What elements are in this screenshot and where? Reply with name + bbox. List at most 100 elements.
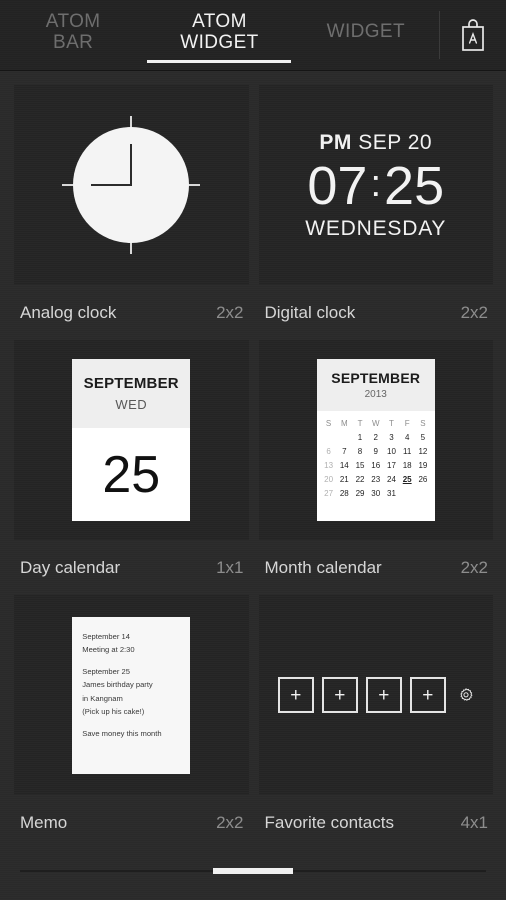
month-calendar-day-cell: 1	[357, 433, 363, 442]
contact-slot-3[interactable]: +	[365, 677, 402, 713]
widget-size: 2x2	[216, 812, 244, 832]
month-calendar-day-cell: 5	[420, 433, 426, 442]
month-calendar-day-cell: 2	[373, 433, 378, 442]
digital-clock-preview[interactable]: PM SEP 20 07 : 25 WEDNESDAY	[258, 85, 493, 285]
month-calendar-card: SEPTEMBER 2013 S M T W T F S 1 2 3 4 5 6 7 8 9 10 11 12 13 1…	[316, 359, 435, 521]
month-calendar-day-cell: 15	[355, 461, 365, 470]
month-calendar-day-cell: 16	[371, 461, 381, 470]
active-tab-underline	[147, 60, 292, 63]
month-calendar-header: SEPTEMBER 2013	[316, 359, 435, 411]
day-calendar-month: SEPTEMBER	[83, 375, 179, 392]
month-calendar-day-cell: 13	[324, 461, 334, 470]
widget-name: Memo	[20, 812, 68, 832]
widget-size: 2x2	[460, 557, 488, 577]
widget-caption: Memo 2x2	[14, 795, 249, 850]
widget-name: Favorite contacts	[264, 812, 394, 832]
month-calendar-weekday-header: W	[371, 419, 380, 428]
month-calendar-day-cell: 14	[339, 461, 349, 470]
digital-clock-colon: :	[370, 162, 382, 205]
day-calendar-day-number: 25	[102, 445, 161, 504]
gear-icon[interactable]	[458, 687, 474, 703]
analog-clock-preview[interactable]	[14, 85, 249, 285]
month-calendar-day-cell: 24	[387, 475, 396, 484]
favorite-contacts-preview[interactable]: + + + +	[258, 595, 493, 795]
day-calendar-weekday: WED	[115, 397, 148, 412]
month-calendar-day-cell: 12	[418, 447, 428, 456]
memo-card: September 14 Meeting at 2:30 September 25 J…	[72, 616, 191, 774]
month-calendar-empty-cell	[336, 431, 352, 445]
memo-line: James birthday party	[82, 680, 153, 690]
scrollbar-track[interactable]	[20, 868, 486, 874]
month-calendar-day-cell: 26	[418, 475, 428, 484]
month-calendar-day-cell: 20	[324, 475, 334, 484]
month-calendar-day-cell: 7	[342, 447, 347, 456]
digital-clock-ampm: PM	[319, 130, 352, 154]
month-calendar-day-cell: 27	[324, 489, 334, 498]
month-calendar-grid: S M T W T F S 1 2 3 4 5 6 7 8 9 10 11 12 13 14 15 16 17 18 19 20 21…	[317, 411, 435, 521]
widget-card-digital-clock[interactable]: PM SEP 20 07 : 25 WEDNESDAY Digital cloc…	[258, 85, 494, 340]
month-calendar-day-cell: 4	[404, 433, 410, 442]
widget-card-month-calendar[interactable]: SEPTEMBER 2013 S M T W T F S 1 2 3 4 5 6 7 8 9 10 11 12 13 1…	[258, 340, 493, 595]
widget-size: 1x1	[216, 557, 244, 577]
month-calendar-day-cell: 25	[402, 475, 412, 484]
widget-name: Month calendar	[264, 557, 382, 577]
digital-clock-hour: 07	[307, 155, 368, 216]
tab-atom-bar[interactable]: ATOM BAR	[0, 0, 146, 70]
month-calendar-day-cell: 28	[339, 489, 349, 498]
day-calendar-body: 25	[72, 428, 190, 521]
scrollbar-thumb[interactable]	[213, 868, 293, 874]
digital-clock-time: 07 : 25	[305, 159, 446, 213]
store-button[interactable]	[440, 0, 506, 70]
month-calendar-day-cell: 22	[355, 475, 365, 484]
day-calendar-preview[interactable]: SEPTEMBER WED 25	[14, 340, 249, 540]
page-scrollbar[interactable]	[0, 868, 506, 874]
widget-caption: Digital clock 2x2	[259, 285, 494, 340]
memo-line: in Kangnam	[82, 693, 123, 703]
widget-caption: Analog clock 2x2	[14, 285, 249, 340]
month-calendar-day-cell: 6	[326, 447, 331, 456]
widget-size: 2x2	[460, 302, 488, 322]
tab-widget[interactable]: WIDGET	[293, 0, 439, 70]
widget-card-memo[interactable]: September 14 Meeting at 2:30 September 25 J…	[14, 595, 249, 850]
contact-slot-4[interactable]: +	[409, 677, 446, 713]
day-calendar-card: SEPTEMBER WED 25	[72, 359, 191, 521]
month-calendar-preview[interactable]: SEPTEMBER 2013 S M T W T F S 1 2 3 4 5 6 7 8 9 10 11 12 13 1…	[258, 340, 493, 540]
widget-card-day-calendar[interactable]: SEPTEMBER WED 25 Day calendar 1x1	[14, 340, 249, 595]
month-calendar-weekday-header: T	[389, 419, 394, 428]
month-calendar-year: 2013	[364, 389, 387, 400]
month-calendar-day-cell: 18	[402, 461, 412, 470]
month-calendar-day-cell: 19	[418, 461, 428, 470]
month-calendar-empty-cell	[321, 431, 337, 445]
widget-name: Digital clock	[264, 302, 356, 322]
memo-preview[interactable]: September 14 Meeting at 2:30 September 25 J…	[14, 595, 249, 795]
month-calendar-month: SEPTEMBER	[331, 370, 421, 386]
month-calendar-day-cell: 8	[357, 447, 363, 456]
digital-clock-minute: 25	[384, 155, 445, 216]
month-calendar-day-cell: 10	[387, 447, 396, 456]
month-calendar-day-cell: 23	[371, 475, 381, 484]
month-calendar-day-cell: 29	[355, 489, 365, 498]
widget-name: Analog clock	[20, 302, 117, 322]
day-calendar-header: SEPTEMBER WED	[72, 359, 191, 428]
memo-blank-line	[82, 656, 180, 665]
widget-grid: Analog clock 2x2 PM SEP 20 07 : 25 WEDNE…	[0, 71, 506, 850]
digital-clock-face: PM SEP 20 07 : 25 WEDNESDAY	[305, 132, 446, 239]
tab-atom-widget[interactable]: ATOM WIDGET	[146, 0, 292, 70]
month-calendar-weekday-header: S	[420, 419, 426, 428]
month-calendar-empty-cell	[399, 487, 415, 501]
month-calendar-day-cell: 9	[373, 447, 378, 456]
widget-size: 2x2	[216, 302, 244, 322]
widget-card-analog-clock[interactable]: Analog clock 2x2	[14, 85, 249, 340]
contact-slot-2[interactable]: +	[321, 677, 358, 713]
memo-line: Meeting at 2:30	[82, 644, 135, 654]
month-calendar-day-cell: 11	[403, 447, 412, 456]
month-calendar-weekday-header: F	[404, 419, 410, 428]
widget-card-favorite-contacts[interactable]: + + + + Favorite contacts 4x1	[258, 595, 493, 850]
memo-line: September 14	[82, 631, 130, 641]
month-calendar-weekday-header: S	[325, 419, 332, 428]
widget-size: 4x1	[460, 812, 488, 832]
widget-caption: Day calendar 1x1	[14, 540, 249, 595]
contact-slot-1[interactable]: +	[277, 677, 314, 713]
memo-line: (Pick up his cake!)	[82, 706, 145, 716]
clock-hour-hand	[130, 144, 133, 185]
